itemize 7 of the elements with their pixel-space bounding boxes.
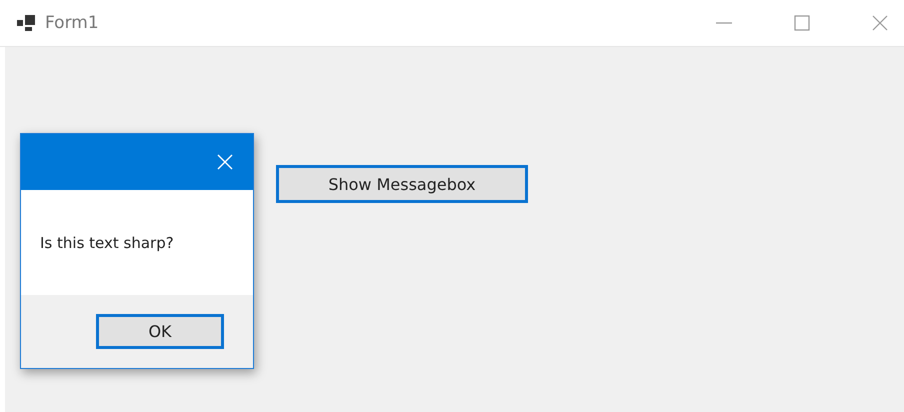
message-text: Is this text sharp? [40, 234, 174, 252]
window-title: Form1 [45, 13, 99, 33]
close-icon[interactable] [872, 15, 888, 31]
app-icon [17, 15, 37, 31]
maximize-icon[interactable] [794, 15, 810, 31]
ok-button[interactable]: OK [96, 314, 224, 349]
show-messagebox-button[interactable]: Show Messagebox [276, 165, 528, 203]
